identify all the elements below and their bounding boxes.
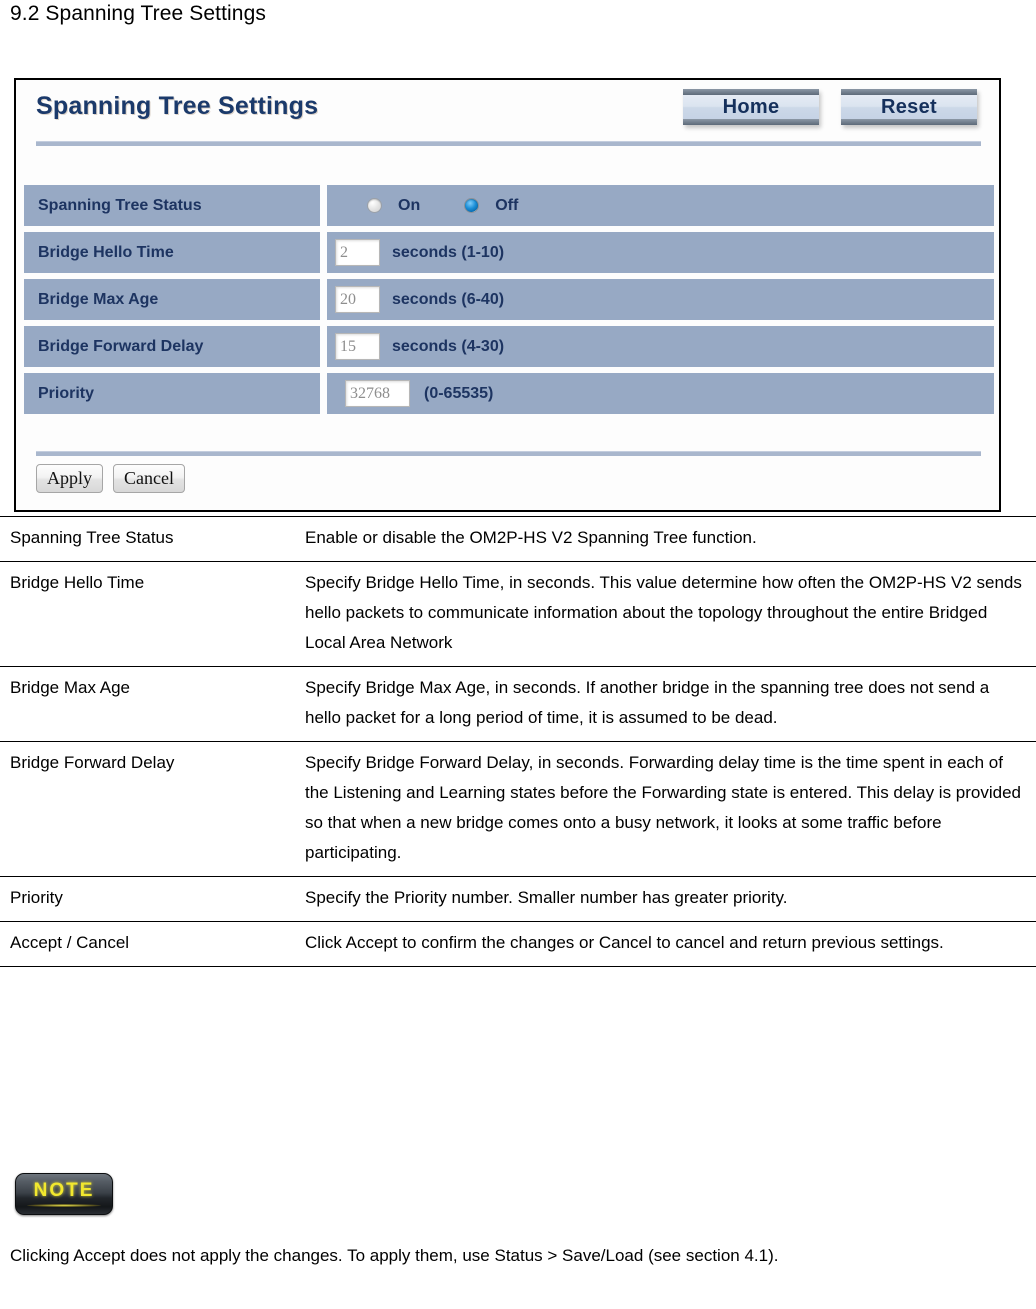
- radio-icon-on[interactable]: [367, 198, 382, 213]
- note-badge-glow: [26, 1204, 102, 1207]
- description-text: Specify Bridge Max Age, in seconds. If a…: [305, 666, 1036, 742]
- table-row: Bridge Max Age Specify Bridge Max Age, i…: [0, 666, 1036, 742]
- radio-label-on: On: [398, 196, 421, 214]
- note-badge-label: NOTE: [33, 1180, 95, 1201]
- device-ui-screenshot: Spanning Tree Settings Home Reset Spanni…: [14, 78, 1001, 512]
- note-badge-icon: NOTE: [15, 1173, 113, 1215]
- setting-value: seconds (4-30): [327, 326, 994, 367]
- bridge-hello-time-suffix: seconds (1-10): [392, 243, 505, 261]
- description-text: Enable or disable the OM2P-HS V2 Spannin…: [305, 516, 1036, 562]
- description-term: Bridge Hello Time: [0, 561, 305, 667]
- setting-row-priority: Priority (0-65535): [24, 373, 994, 414]
- setting-row-bridge-hello-time: Bridge Hello Time seconds (1-10): [24, 232, 994, 273]
- setting-value: seconds (6-40): [327, 279, 994, 320]
- table-row: Bridge Forward Delay Specify Bridge Forw…: [0, 741, 1036, 877]
- bridge-forward-delay-suffix: seconds (4-30): [392, 337, 505, 355]
- priority-input[interactable]: [345, 380, 410, 407]
- bridge-max-age-input[interactable]: [335, 286, 380, 313]
- radio-option-on[interactable]: On: [367, 197, 420, 215]
- priority-suffix: (0-65535): [424, 384, 494, 402]
- panel-divider-bottom: [36, 451, 981, 456]
- description-term: Bridge Max Age: [0, 666, 305, 742]
- setting-row-spanning-tree-status: Spanning Tree Status On Off: [24, 185, 994, 226]
- bridge-forward-delay-input[interactable]: [335, 333, 380, 360]
- table-row: Priority Specify the Priority number. Sm…: [0, 876, 1036, 922]
- reset-button-label: Reset: [881, 95, 937, 118]
- settings-table: Spanning Tree Status On Off Bridge Hello…: [24, 185, 994, 420]
- radio-label-off: Off: [495, 196, 519, 214]
- setting-label: Priority: [24, 373, 320, 414]
- setting-value: On Off: [327, 185, 994, 226]
- home-button[interactable]: Home: [683, 89, 819, 125]
- setting-value: (0-65535): [327, 373, 994, 414]
- description-text: Specify the Priority number. Smaller num…: [305, 876, 1036, 922]
- note-body-text: Clicking Accept does not apply the chang…: [10, 1246, 779, 1265]
- home-button-label: Home: [722, 95, 780, 118]
- panel-title: Spanning Tree Settings: [36, 92, 319, 120]
- bridge-max-age-suffix: seconds (6-40): [392, 290, 505, 308]
- nav-button-group: Home Reset: [683, 89, 977, 125]
- cancel-button[interactable]: Cancel: [113, 464, 185, 493]
- reset-button[interactable]: Reset: [841, 89, 977, 125]
- description-term: Accept / Cancel: [0, 921, 305, 967]
- setting-label: Bridge Hello Time: [24, 232, 320, 273]
- panel-divider-top: [36, 141, 981, 146]
- page-title: 9.2 Spanning Tree Settings: [10, 2, 266, 25]
- description-term: Priority: [0, 876, 305, 922]
- setting-value: seconds (1-10): [327, 232, 994, 273]
- setting-label: Bridge Forward Delay: [24, 326, 320, 367]
- radio-icon-off[interactable]: [464, 198, 480, 213]
- description-text: Specify Bridge Forward Delay, in seconds…: [305, 741, 1036, 877]
- description-term: Bridge Forward Delay: [0, 741, 305, 877]
- description-text: Click Accept to confirm the changes or C…: [305, 921, 1036, 967]
- apply-button[interactable]: Apply: [36, 464, 103, 493]
- table-row: Accept / Cancel Click Accept to confirm …: [0, 921, 1036, 967]
- field-description-table: Spanning Tree Status Enable or disable t…: [0, 516, 1036, 967]
- radio-option-off[interactable]: Off: [464, 197, 518, 215]
- table-row: Spanning Tree Status Enable or disable t…: [0, 516, 1036, 562]
- spanning-tree-status-radio-group: On Off: [335, 197, 518, 215]
- description-text: Specify Bridge Hello Time, in seconds. T…: [305, 561, 1036, 667]
- setting-label: Spanning Tree Status: [24, 185, 320, 226]
- setting-label: Bridge Max Age: [24, 279, 320, 320]
- form-actions: Apply Cancel: [36, 464, 185, 493]
- setting-row-bridge-max-age: Bridge Max Age seconds (6-40): [24, 279, 994, 320]
- table-row: Bridge Hello Time Specify Bridge Hello T…: [0, 561, 1036, 667]
- setting-row-bridge-forward-delay: Bridge Forward Delay seconds (4-30): [24, 326, 994, 367]
- bridge-hello-time-input[interactable]: [335, 239, 380, 266]
- device-ui-body: Spanning Tree Settings Home Reset Spanni…: [16, 80, 999, 510]
- description-term: Spanning Tree Status: [0, 516, 305, 562]
